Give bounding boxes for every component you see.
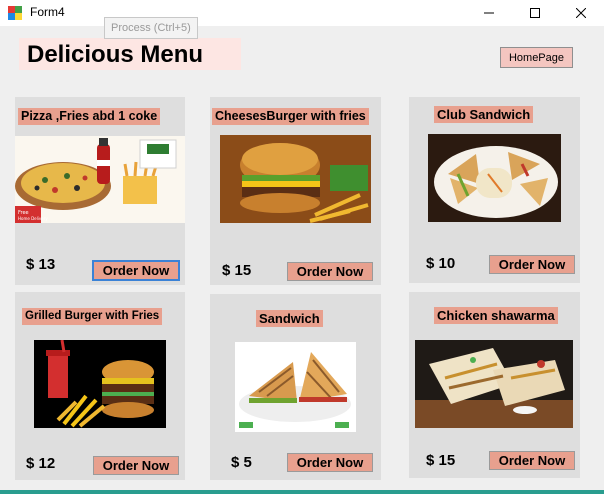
item-title: Grilled Burger with Fries — [22, 308, 163, 325]
grilled-burger-image — [34, 340, 166, 428]
delivery-label: Home Delivery — [18, 216, 48, 221]
close-button[interactable] — [558, 0, 604, 26]
menu-card-pizza: Pizza ,Fries abd 1 coke Free Home Delive… — [15, 97, 185, 285]
club-sandwich-image — [428, 134, 561, 222]
maximize-button[interactable] — [512, 0, 558, 26]
order-now-button[interactable]: Order Now — [489, 255, 575, 274]
order-now-button[interactable]: Order Now — [489, 451, 575, 470]
item-price: $ 12 — [26, 455, 56, 472]
item-title: Pizza ,Fries abd 1 coke — [18, 108, 161, 125]
item-price: $ 13 — [26, 256, 56, 273]
item-price: $ 5 — [231, 454, 252, 471]
item-price: $ 15 — [426, 452, 456, 469]
close-icon — [576, 8, 586, 18]
order-now-button[interactable]: Order Now — [287, 262, 373, 281]
homepage-button[interactable]: HomePage — [500, 47, 573, 68]
item-title: Sandwich — [256, 310, 323, 327]
window-titlebar[interactable]: Form4 — [0, 0, 604, 26]
order-now-button[interactable]: Order Now — [287, 453, 373, 472]
item-price: $ 10 — [426, 255, 456, 272]
menu-card-sandwich: Sandwich $ 5 Order Now — [210, 294, 381, 480]
item-title: Club Sandwich — [434, 106, 534, 123]
minimize-icon — [484, 12, 494, 14]
item-title: Chicken shawarma — [434, 307, 558, 324]
page-title: Delicious Menu — [27, 41, 204, 68]
order-now-button[interactable]: Order Now — [92, 260, 180, 281]
menu-card-club-sandwich: Club Sandwich $ 10 Order Now — [409, 97, 580, 283]
pizza-image: Free Home Delivery — [15, 136, 185, 223]
item-price: $ 15 — [222, 262, 252, 279]
sandwich-image — [235, 342, 356, 432]
page-heading: Delicious Menu — [19, 38, 241, 70]
menu-card-chicken-shawarma: Chicken shawarma $ 15 Order Now — [409, 292, 580, 478]
window-title: Form4 — [30, 5, 65, 19]
tooltip: Process (Ctrl+5) — [104, 17, 198, 39]
order-now-button[interactable]: Order Now — [93, 456, 179, 475]
app-icon — [8, 6, 22, 20]
bottom-accent-line — [0, 490, 604, 494]
menu-card-cheeseburger: CheesesBurger with fries $ 15 Order Now — [210, 97, 381, 285]
minimize-button[interactable] — [466, 0, 512, 26]
maximize-icon — [530, 8, 540, 18]
item-title: CheesesBurger with fries — [212, 108, 369, 125]
shawarma-image — [415, 340, 573, 428]
cheeseburger-image — [220, 135, 371, 223]
menu-card-grilled-burger: Grilled Burger with Fries $ 12 Order Now — [15, 292, 185, 480]
